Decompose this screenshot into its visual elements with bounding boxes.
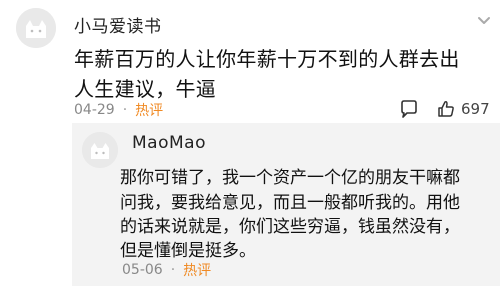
comment-text-line1: 年薪百万的人让你年薪十万不到的人群去出 xyxy=(74,47,460,71)
meta-separator: · xyxy=(170,262,176,278)
like-count: 697 xyxy=(461,100,490,118)
like-icon xyxy=(438,101,454,117)
avatar-placeholder-icon xyxy=(82,132,118,168)
comment-date: 04-29 xyxy=(74,102,115,118)
reply-text-line4: 但是懂倒是挺多。 xyxy=(120,241,256,261)
reply-text-line1: 那你可错了，我一个资产一个亿的朋友干嘛都 xyxy=(120,168,460,188)
comment-icon xyxy=(401,100,417,118)
comment-username[interactable]: 小马爱读书 xyxy=(74,12,162,37)
comment-text-line2: 人生建议，牛逼 xyxy=(74,77,217,101)
comment-button[interactable] xyxy=(398,98,420,120)
avatar-placeholder-icon xyxy=(16,8,56,48)
hot-badge: 热评 xyxy=(183,263,212,279)
reply-username[interactable]: MaoMao xyxy=(132,133,206,153)
reply-meta: 05-06 · 热评 xyxy=(122,260,211,280)
more-icon[interactable] xyxy=(474,10,494,30)
hot-badge: 热评 xyxy=(135,103,164,119)
like-button[interactable]: 697 xyxy=(436,99,490,119)
reply-avatar[interactable] xyxy=(82,132,118,168)
reply-date: 05-06 xyxy=(122,262,163,278)
avatar[interactable] xyxy=(16,8,56,48)
comment-meta: 04-29 · 热评 xyxy=(74,100,163,120)
meta-separator: · xyxy=(122,102,128,118)
reply-text-line2: 问我，要我给意见，而且一般都听我的。用他 xyxy=(120,193,460,213)
reply-text-line3: 的话来说就是，你们这些穷逼，钱虽然没有， xyxy=(120,217,460,237)
